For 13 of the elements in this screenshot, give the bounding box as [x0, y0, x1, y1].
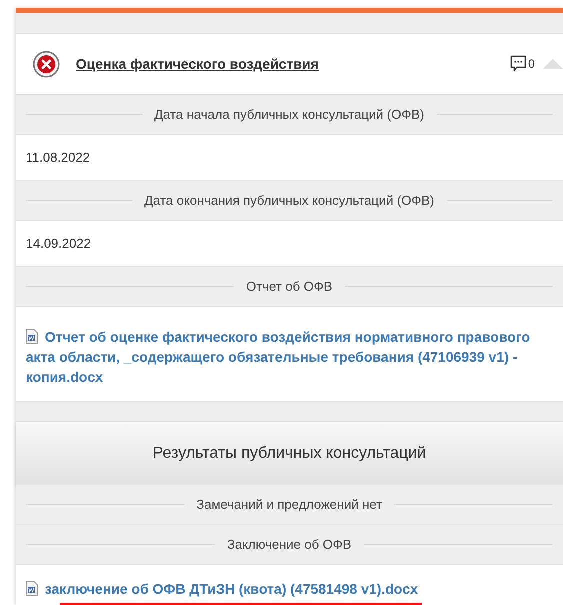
section-title-link[interactable]: Оценка фактического воздействия: [76, 54, 319, 74]
document-icon: [26, 329, 38, 344]
section-caption: Замечаний и предложений нет: [196, 496, 382, 514]
date-value: 14.09.2022: [26, 234, 92, 253]
date-value: 11.08.2022: [26, 148, 90, 167]
section-caption: Отчет об ОФВ: [246, 278, 333, 296]
document-icon: [26, 581, 38, 596]
section-caption: Дата окончания публичных консультаций (ОФВ): [144, 192, 435, 210]
section-caption: Заключение об ОФВ: [227, 536, 352, 554]
comment-count: 0: [528, 56, 535, 73]
section-heading: Результаты публичных консультаций: [16, 422, 563, 485]
section-caption: Дата начала публичных консультаций (ОФВ): [154, 106, 424, 124]
comment-icon[interactable]: [510, 55, 528, 73]
